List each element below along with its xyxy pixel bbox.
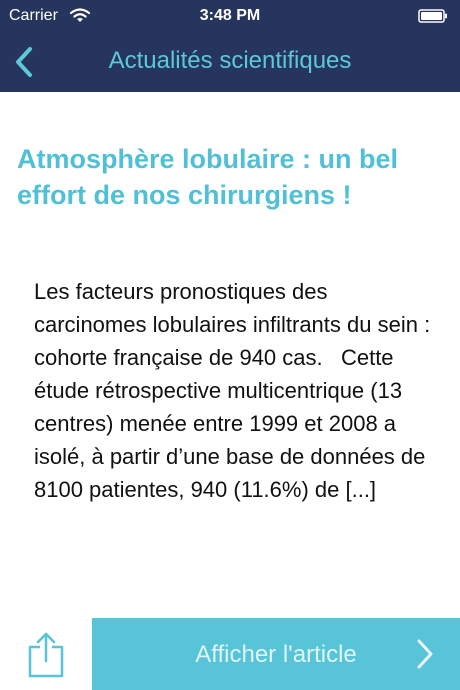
share-icon <box>28 632 64 678</box>
status-time: 3:48 PM <box>199 7 261 24</box>
back-button[interactable] <box>8 42 44 82</box>
status-bar: Carrier 3:48 PM <box>0 0 460 32</box>
open-article-label: Afficher l'article <box>195 641 357 668</box>
share-button[interactable] <box>0 618 92 690</box>
battery-icon <box>418 9 447 23</box>
chevron-left-icon <box>16 47 32 77</box>
navigation-header: Carrier 3:48 PM Actualités scientifiques <box>0 0 460 92</box>
article-title: Atmosphère lobulaire : un bel effort de … <box>17 144 399 210</box>
open-article-button[interactable]: Afficher l'article <box>92 618 460 690</box>
page-title: Actualités scientifiques <box>108 47 352 74</box>
chevron-right-icon <box>417 639 433 669</box>
article-excerpt: Les facteurs pronostiques des carcinomes… <box>34 279 437 502</box>
